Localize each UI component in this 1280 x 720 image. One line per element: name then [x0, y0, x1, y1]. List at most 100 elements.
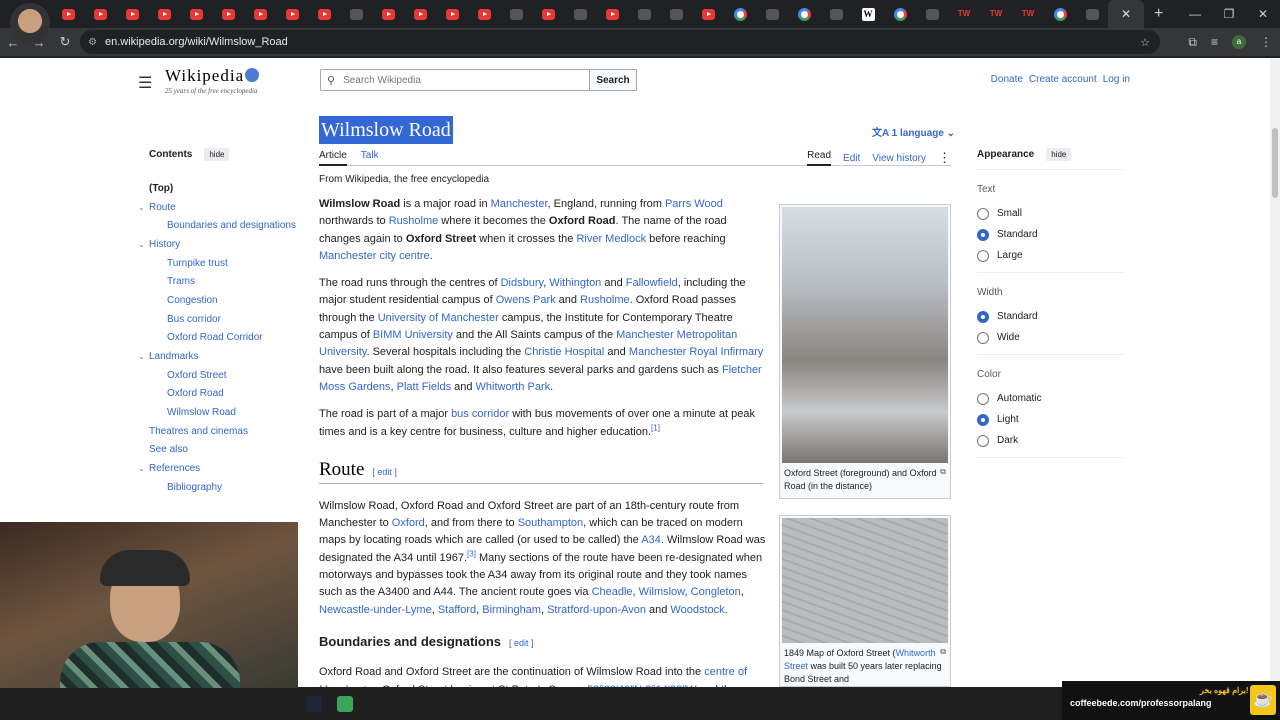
appearance-option[interactable]: Small — [977, 203, 1123, 224]
search-input[interactable]: ⚲ Search Wikipedia — [320, 69, 590, 91]
toc-item[interactable]: Oxford Road — [138, 385, 298, 404]
link-didsbury[interactable]: Didsbury — [501, 277, 544, 289]
search-button[interactable]: Search — [589, 69, 637, 91]
browser-tab[interactable] — [692, 0, 724, 28]
expand-icon[interactable]: ⧉ — [940, 645, 946, 658]
browser-tab[interactable] — [372, 0, 404, 28]
link-cheadle[interactable]: Cheadle — [592, 586, 633, 598]
toc-item[interactable]: Bibliography — [138, 478, 298, 497]
media-icon[interactable]: ≡ — [1211, 35, 1218, 49]
browser-tab[interactable] — [916, 0, 948, 28]
steam-icon[interactable] — [306, 696, 322, 712]
browser-tab[interactable] — [180, 0, 212, 28]
toc-item[interactable]: Boundaries and designations — [138, 216, 298, 235]
link-stafford[interactable]: Stafford — [438, 604, 476, 616]
chevron-down-icon[interactable]: ⌄ — [138, 464, 149, 473]
browser-tab[interactable] — [1044, 0, 1076, 28]
appearance-option[interactable]: Dark — [977, 430, 1123, 451]
toc-item[interactable]: Oxford Road Corridor — [138, 329, 298, 348]
radio-button[interactable] — [977, 228, 989, 241]
toc-item-label[interactable]: Boundaries and designations — [167, 220, 296, 231]
active-tab[interactable]: ✕ — [1108, 0, 1144, 28]
link-bus-corridor[interactable]: bus corridor — [451, 408, 509, 420]
browser-tab[interactable] — [660, 0, 692, 28]
toc-item[interactable]: Wilmslow Road — [138, 403, 298, 422]
browser-tab[interactable]: TW — [980, 0, 1012, 28]
edit-section-boundaries[interactable]: [ edit ] — [509, 638, 534, 648]
restore-button[interactable]: ❐ — [1212, 7, 1246, 21]
radio-button[interactable] — [977, 310, 989, 323]
appearance-option[interactable]: Standard — [977, 224, 1123, 245]
toc-item-label[interactable]: History — [149, 239, 180, 250]
link-stratford[interactable]: Stratford-upon-Avon — [547, 604, 646, 616]
browser-tab[interactable] — [628, 0, 660, 28]
oxford-street-image[interactable] — [782, 207, 948, 463]
browser-tab[interactable] — [276, 0, 308, 28]
browser-tab[interactable]: TW — [1012, 0, 1044, 28]
browser-tab[interactable] — [788, 0, 820, 28]
link-southampton[interactable]: Southampton — [518, 517, 583, 529]
toc-item-label[interactable]: Route — [149, 202, 176, 213]
toc-item[interactable]: Congestion — [138, 291, 298, 310]
appearance-option[interactable]: Large — [977, 245, 1123, 266]
tab-edit[interactable]: Edit — [843, 153, 860, 164]
link-oxford[interactable]: Oxford — [392, 517, 425, 529]
tab-view-history[interactable]: View history — [872, 153, 926, 164]
link-whitworth-park[interactable]: Whitworth Park — [476, 381, 551, 393]
toc-item-label[interactable]: See also — [149, 444, 188, 455]
browser-tab[interactable] — [244, 0, 276, 28]
profile-avatar[interactable]: a — [1232, 35, 1246, 49]
radio-button[interactable] — [977, 392, 989, 405]
link-wilmslow[interactable]: Wilmslow — [639, 586, 685, 598]
toc-item[interactable]: Trams — [138, 272, 298, 291]
scrollbar-thumb[interactable] — [1272, 128, 1278, 198]
link-parrs-wood[interactable]: Parrs Wood — [665, 198, 723, 210]
browser-tab[interactable] — [500, 0, 532, 28]
log-in-link[interactable]: Log in — [1103, 74, 1130, 85]
citation-1[interactable]: [1] — [651, 423, 660, 432]
browser-tab[interactable] — [1076, 0, 1108, 28]
appearance-option[interactable]: Automatic — [977, 388, 1123, 409]
appearance-hide-button[interactable]: hide — [1046, 148, 1072, 161]
link-coordinates[interactable]: 53°28′40″N 2°14′39″W — [587, 684, 696, 687]
browser-tab[interactable] — [52, 0, 84, 28]
appearance-option[interactable]: Standard — [977, 306, 1123, 327]
toc-item[interactable]: Turnpike trust — [138, 254, 298, 273]
tab-talk[interactable]: Talk — [361, 150, 379, 166]
link-a34[interactable]: A34 — [641, 534, 661, 546]
toc-item-label[interactable]: Theatres and cinemas — [149, 426, 248, 437]
bookmark-star-icon[interactable]: ☆ — [1140, 36, 1150, 49]
extensions-icon[interactable]: ⧉ — [1188, 35, 1197, 50]
page-scrollbar[interactable] — [1270, 58, 1280, 687]
more-tools-icon[interactable]: ⋮ — [938, 150, 951, 166]
browser-tab[interactable] — [596, 0, 628, 28]
menu-icon[interactable]: ⋮ — [1260, 35, 1272, 49]
tab-read[interactable]: Read — [807, 150, 832, 166]
link-woodstock[interactable]: Woodstock — [670, 604, 724, 616]
browser-tab[interactable] — [756, 0, 788, 28]
create-account-link[interactable]: Create account — [1029, 74, 1097, 85]
link-manchester[interactable]: Manchester — [491, 198, 548, 210]
link-birmingham[interactable]: Birmingham — [482, 604, 541, 616]
toc-item[interactable]: ⌄ Landmarks — [138, 347, 298, 366]
toc-item[interactable]: Bus corridor — [138, 310, 298, 329]
link-newcastle[interactable]: Newcastle-under-Lyme — [319, 604, 432, 616]
address-bar[interactable]: ⚙ en.wikipedia.org/wiki/Wilmslow_Road ☆ — [80, 30, 1160, 54]
toc-item-label[interactable]: Congestion — [167, 295, 218, 306]
donate-link[interactable]: Donate — [991, 74, 1023, 85]
edit-link[interactable]: [ edit ] — [509, 638, 534, 648]
link-mri[interactable]: Manchester Royal Infirmary — [629, 346, 764, 358]
browser-tab[interactable] — [564, 0, 596, 28]
toc-hide-button[interactable]: hide — [204, 148, 230, 161]
link-platt-fields[interactable]: Platt Fields — [397, 381, 451, 393]
link-river-medlock[interactable]: River Medlock — [576, 233, 646, 245]
browser-tab[interactable] — [116, 0, 148, 28]
new-tab-button[interactable]: + — [1154, 5, 1163, 23]
link-fallowfield[interactable]: Fallowfield — [626, 277, 678, 289]
toc-item-label[interactable]: Oxford Road — [167, 388, 224, 399]
browser-tab[interactable] — [436, 0, 468, 28]
browser-tab[interactable] — [884, 0, 916, 28]
link-rusholme[interactable]: Rusholme — [389, 215, 439, 227]
toc-item[interactable]: See also — [138, 441, 298, 460]
close-window-button[interactable]: ✕ — [1246, 7, 1280, 21]
